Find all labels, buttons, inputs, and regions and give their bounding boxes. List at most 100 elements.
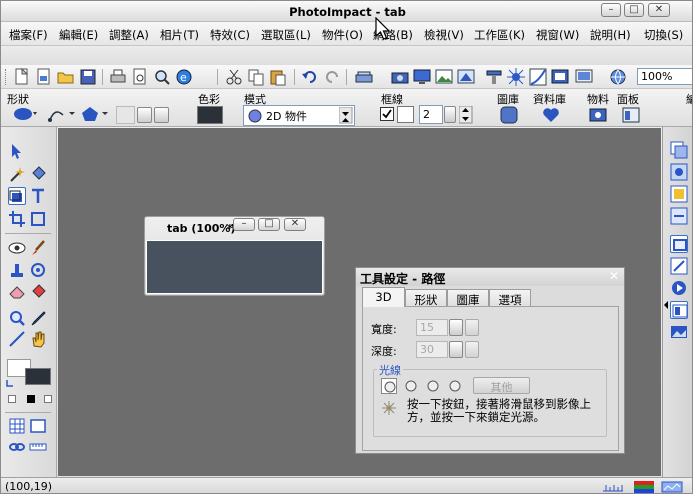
border-width-spinner[interactable] bbox=[444, 106, 456, 123]
menu-window[interactable]: 視窗(W) bbox=[536, 27, 579, 43]
copy-icon[interactable] bbox=[247, 68, 265, 86]
frame-icon[interactable] bbox=[551, 68, 569, 86]
memory-status-icon[interactable] bbox=[661, 481, 683, 493]
crop-tool-icon[interactable] bbox=[8, 210, 26, 228]
transform-tool-icon[interactable] bbox=[29, 210, 47, 228]
layer-manager-icon[interactable] bbox=[670, 141, 688, 159]
image-panel-icon[interactable] bbox=[670, 323, 688, 341]
depth-field[interactable]: 30 bbox=[416, 341, 448, 358]
doc-close-button[interactable]: ✕ bbox=[284, 218, 306, 231]
burst-icon[interactable] bbox=[507, 68, 525, 86]
width-arrows[interactable] bbox=[465, 319, 479, 336]
quick-command-icon[interactable] bbox=[670, 207, 688, 225]
border-width-field[interactable]: 2 bbox=[419, 105, 443, 124]
web-browser-icon[interactable]: e bbox=[175, 68, 193, 86]
white-mini-swatch[interactable] bbox=[8, 395, 16, 403]
document-window[interactable]: tab (100%) * – □ ✕ bbox=[144, 216, 325, 296]
light-bulb-icon[interactable] bbox=[403, 378, 419, 394]
undo-icon[interactable] bbox=[301, 68, 319, 86]
panel-close-button[interactable]: ✕ bbox=[609, 269, 619, 283]
doc-maximize-button[interactable]: □ bbox=[258, 218, 280, 231]
preview-zoom-icon[interactable] bbox=[153, 68, 171, 86]
canvas-view-icon[interactable] bbox=[29, 417, 47, 435]
retouch-icon[interactable] bbox=[29, 261, 47, 279]
easy-palette-icon[interactable] bbox=[670, 163, 688, 181]
panel-icon[interactable] bbox=[622, 106, 640, 124]
color-swatch[interactable] bbox=[197, 106, 223, 124]
gallery-icon[interactable] bbox=[500, 106, 518, 124]
camera-icon[interactable] bbox=[391, 68, 409, 86]
scanner-icon[interactable] bbox=[355, 68, 373, 86]
polygon-shape-icon[interactable] bbox=[81, 105, 111, 123]
reset-mini-swatch[interactable] bbox=[44, 395, 52, 403]
foreground-color-swatch[interactable] bbox=[25, 368, 51, 385]
web-globe-icon[interactable] bbox=[609, 68, 627, 86]
light-bulb-icon[interactable] bbox=[381, 378, 397, 394]
curve-icon[interactable] bbox=[529, 68, 547, 86]
sides-field[interactable] bbox=[116, 106, 135, 124]
channel-icon[interactable] bbox=[670, 185, 688, 203]
menu-object[interactable]: 物件(O) bbox=[322, 27, 363, 43]
sides-arrows[interactable] bbox=[154, 107, 169, 123]
ellipse-shape-icon[interactable] bbox=[13, 107, 37, 121]
open-folder-icon[interactable] bbox=[57, 68, 75, 86]
paint-brush-icon[interactable] bbox=[29, 239, 47, 257]
light-bulb-icon[interactable] bbox=[447, 378, 463, 394]
tab-gallery[interactable]: 圖庫 bbox=[447, 289, 489, 307]
screen-icon[interactable] bbox=[575, 68, 593, 86]
menu-edit[interactable]: 編輯(E) bbox=[59, 27, 98, 43]
menu-help[interactable]: 說明(H) bbox=[590, 27, 631, 43]
menu-photo[interactable]: 相片(T) bbox=[160, 27, 199, 43]
path-drawing-tool-icon[interactable] bbox=[8, 187, 26, 205]
width-field[interactable]: 15 bbox=[416, 319, 448, 336]
swap-colors-icon[interactable] bbox=[5, 378, 17, 388]
link-icon[interactable] bbox=[8, 438, 26, 456]
new-file-icon[interactable] bbox=[13, 68, 31, 86]
minimize-button[interactable]: – bbox=[601, 3, 621, 17]
zoom-combo[interactable]: 100% bbox=[637, 68, 692, 85]
color-mode-icon[interactable] bbox=[634, 481, 654, 493]
menu-switch[interactable]: 切換(S) bbox=[644, 27, 683, 43]
redo-icon[interactable] bbox=[323, 68, 341, 86]
menu-selection[interactable]: 選取區(L) bbox=[261, 27, 311, 43]
sides-spinner[interactable] bbox=[137, 107, 152, 123]
print-preview-icon[interactable] bbox=[131, 68, 149, 86]
eraser-icon[interactable] bbox=[8, 283, 26, 301]
light-bulb-icon[interactable] bbox=[425, 378, 441, 394]
paste-icon[interactable] bbox=[269, 68, 287, 86]
material-icon[interactable] bbox=[589, 106, 607, 124]
border-checkbox[interactable] bbox=[380, 107, 394, 121]
eye-tool-icon[interactable] bbox=[8, 239, 26, 257]
fill-tool-icon[interactable] bbox=[29, 283, 47, 301]
magic-wand-icon[interactable] bbox=[8, 165, 26, 183]
pick-tool-icon[interactable] bbox=[8, 142, 26, 160]
zoom-tool-icon[interactable] bbox=[8, 309, 26, 327]
tab-shape[interactable]: 形狀 bbox=[405, 289, 447, 307]
heart-library-icon[interactable] bbox=[542, 107, 560, 123]
collapse-arrow-icon[interactable] bbox=[663, 300, 669, 310]
doc-minimize-button[interactable]: – bbox=[233, 218, 255, 231]
maximize-button[interactable]: □ bbox=[624, 3, 644, 17]
material-panel-icon[interactable] bbox=[670, 235, 688, 253]
grid-view-icon[interactable] bbox=[8, 417, 26, 435]
line-tool-icon[interactable] bbox=[8, 330, 26, 348]
clone-stamp-icon[interactable] bbox=[8, 261, 26, 279]
menu-effect[interactable]: 特效(C) bbox=[210, 27, 250, 43]
close-button[interactable]: ✕ bbox=[648, 3, 670, 17]
new-image-icon[interactable] bbox=[35, 68, 53, 86]
tab-options[interactable]: 選項 bbox=[489, 289, 531, 307]
play-icon[interactable] bbox=[670, 279, 688, 297]
ruler-status-icon[interactable] bbox=[602, 481, 624, 493]
menu-adjust[interactable]: 調整(A) bbox=[109, 27, 149, 43]
text-tool-icon[interactable] bbox=[29, 187, 47, 205]
document-canvas[interactable] bbox=[146, 240, 323, 294]
monitor-icon[interactable] bbox=[413, 68, 431, 86]
paint-bucket-icon[interactable] bbox=[29, 165, 47, 183]
path-tool-icon[interactable] bbox=[47, 105, 77, 123]
ruler-icon[interactable] bbox=[29, 438, 47, 456]
other-button[interactable]: 其他 bbox=[473, 377, 530, 394]
eyedropper-icon[interactable] bbox=[29, 309, 47, 327]
hand-tool-icon[interactable] bbox=[29, 330, 47, 348]
menu-file[interactable]: 檔案(F) bbox=[9, 27, 48, 43]
menu-view[interactable]: 檢視(V) bbox=[424, 27, 464, 43]
